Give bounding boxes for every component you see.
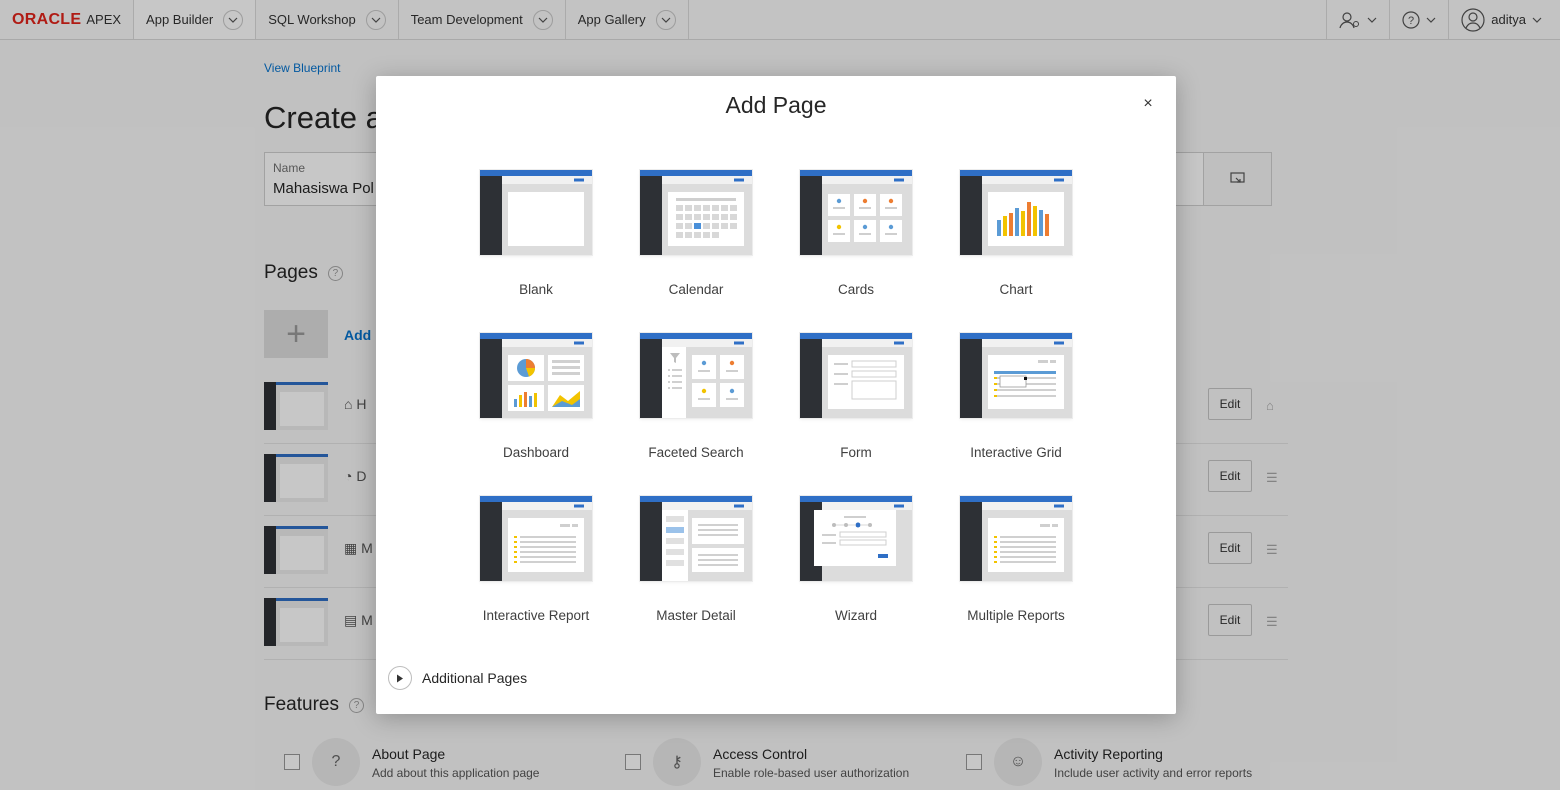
close-icon[interactable]: × — [1138, 94, 1158, 114]
form-icon — [800, 333, 912, 418]
interactive-report-icon — [480, 496, 592, 581]
page-type-chart[interactable]: Chart — [946, 170, 1086, 320]
expand-arrow-icon[interactable] — [388, 666, 412, 690]
additional-pages-label: Additional Pages — [422, 670, 528, 686]
faceted-search-icon — [640, 333, 752, 418]
additional-pages-toggle[interactable]: Additional Pages — [388, 666, 527, 690]
tile-label: Interactive Grid — [970, 445, 1062, 460]
page-type-interactive-report[interactable]: Interactive Report — [466, 496, 606, 646]
multiple-reports-icon — [960, 496, 1072, 581]
tile-label: Blank — [519, 282, 553, 297]
tile-label: Faceted Search — [648, 445, 744, 460]
tile-label: Dashboard — [502, 445, 570, 460]
dashboard-icon — [480, 333, 592, 418]
chart-icon — [960, 170, 1072, 255]
tile-label: Calendar — [668, 282, 724, 297]
tile-label: Cards — [837, 282, 874, 297]
page-type-form[interactable]: Form — [786, 333, 926, 483]
page-type-dashboard[interactable]: Dashboard — [466, 333, 606, 483]
page-type-calendar[interactable]: Calendar — [626, 170, 766, 320]
page-type-blank[interactable]: Blank — [466, 170, 606, 320]
page-type-interactive-grid[interactable]: Interactive Grid — [946, 333, 1086, 483]
tile-label: Wizard — [834, 608, 877, 623]
blank-page-icon — [480, 170, 592, 255]
tile-label: Multiple Reports — [967, 608, 1065, 623]
page-type-multiple-reports[interactable]: Multiple Reports — [946, 496, 1086, 646]
tile-label: Interactive Report — [482, 608, 590, 623]
page-type-cards[interactable]: Cards — [786, 170, 926, 320]
wizard-icon — [800, 496, 912, 581]
tile-label: Form — [840, 445, 872, 460]
tile-label: Master Detail — [656, 608, 736, 623]
tile-label: Chart — [999, 282, 1033, 297]
master-detail-icon — [640, 496, 752, 581]
dialog-title: Add Page — [725, 92, 827, 118]
interactive-grid-icon — [960, 333, 1072, 418]
calendar-icon — [640, 170, 752, 255]
page-type-wizard[interactable]: Wizard — [786, 496, 926, 646]
cards-icon — [800, 170, 912, 255]
add-page-dialog: Add Page × Blank Calendar Cards Chart Da… — [376, 76, 1176, 714]
page-type-faceted-search[interactable]: Faceted Search — [626, 333, 766, 483]
page-type-master-detail[interactable]: Master Detail — [626, 496, 766, 646]
